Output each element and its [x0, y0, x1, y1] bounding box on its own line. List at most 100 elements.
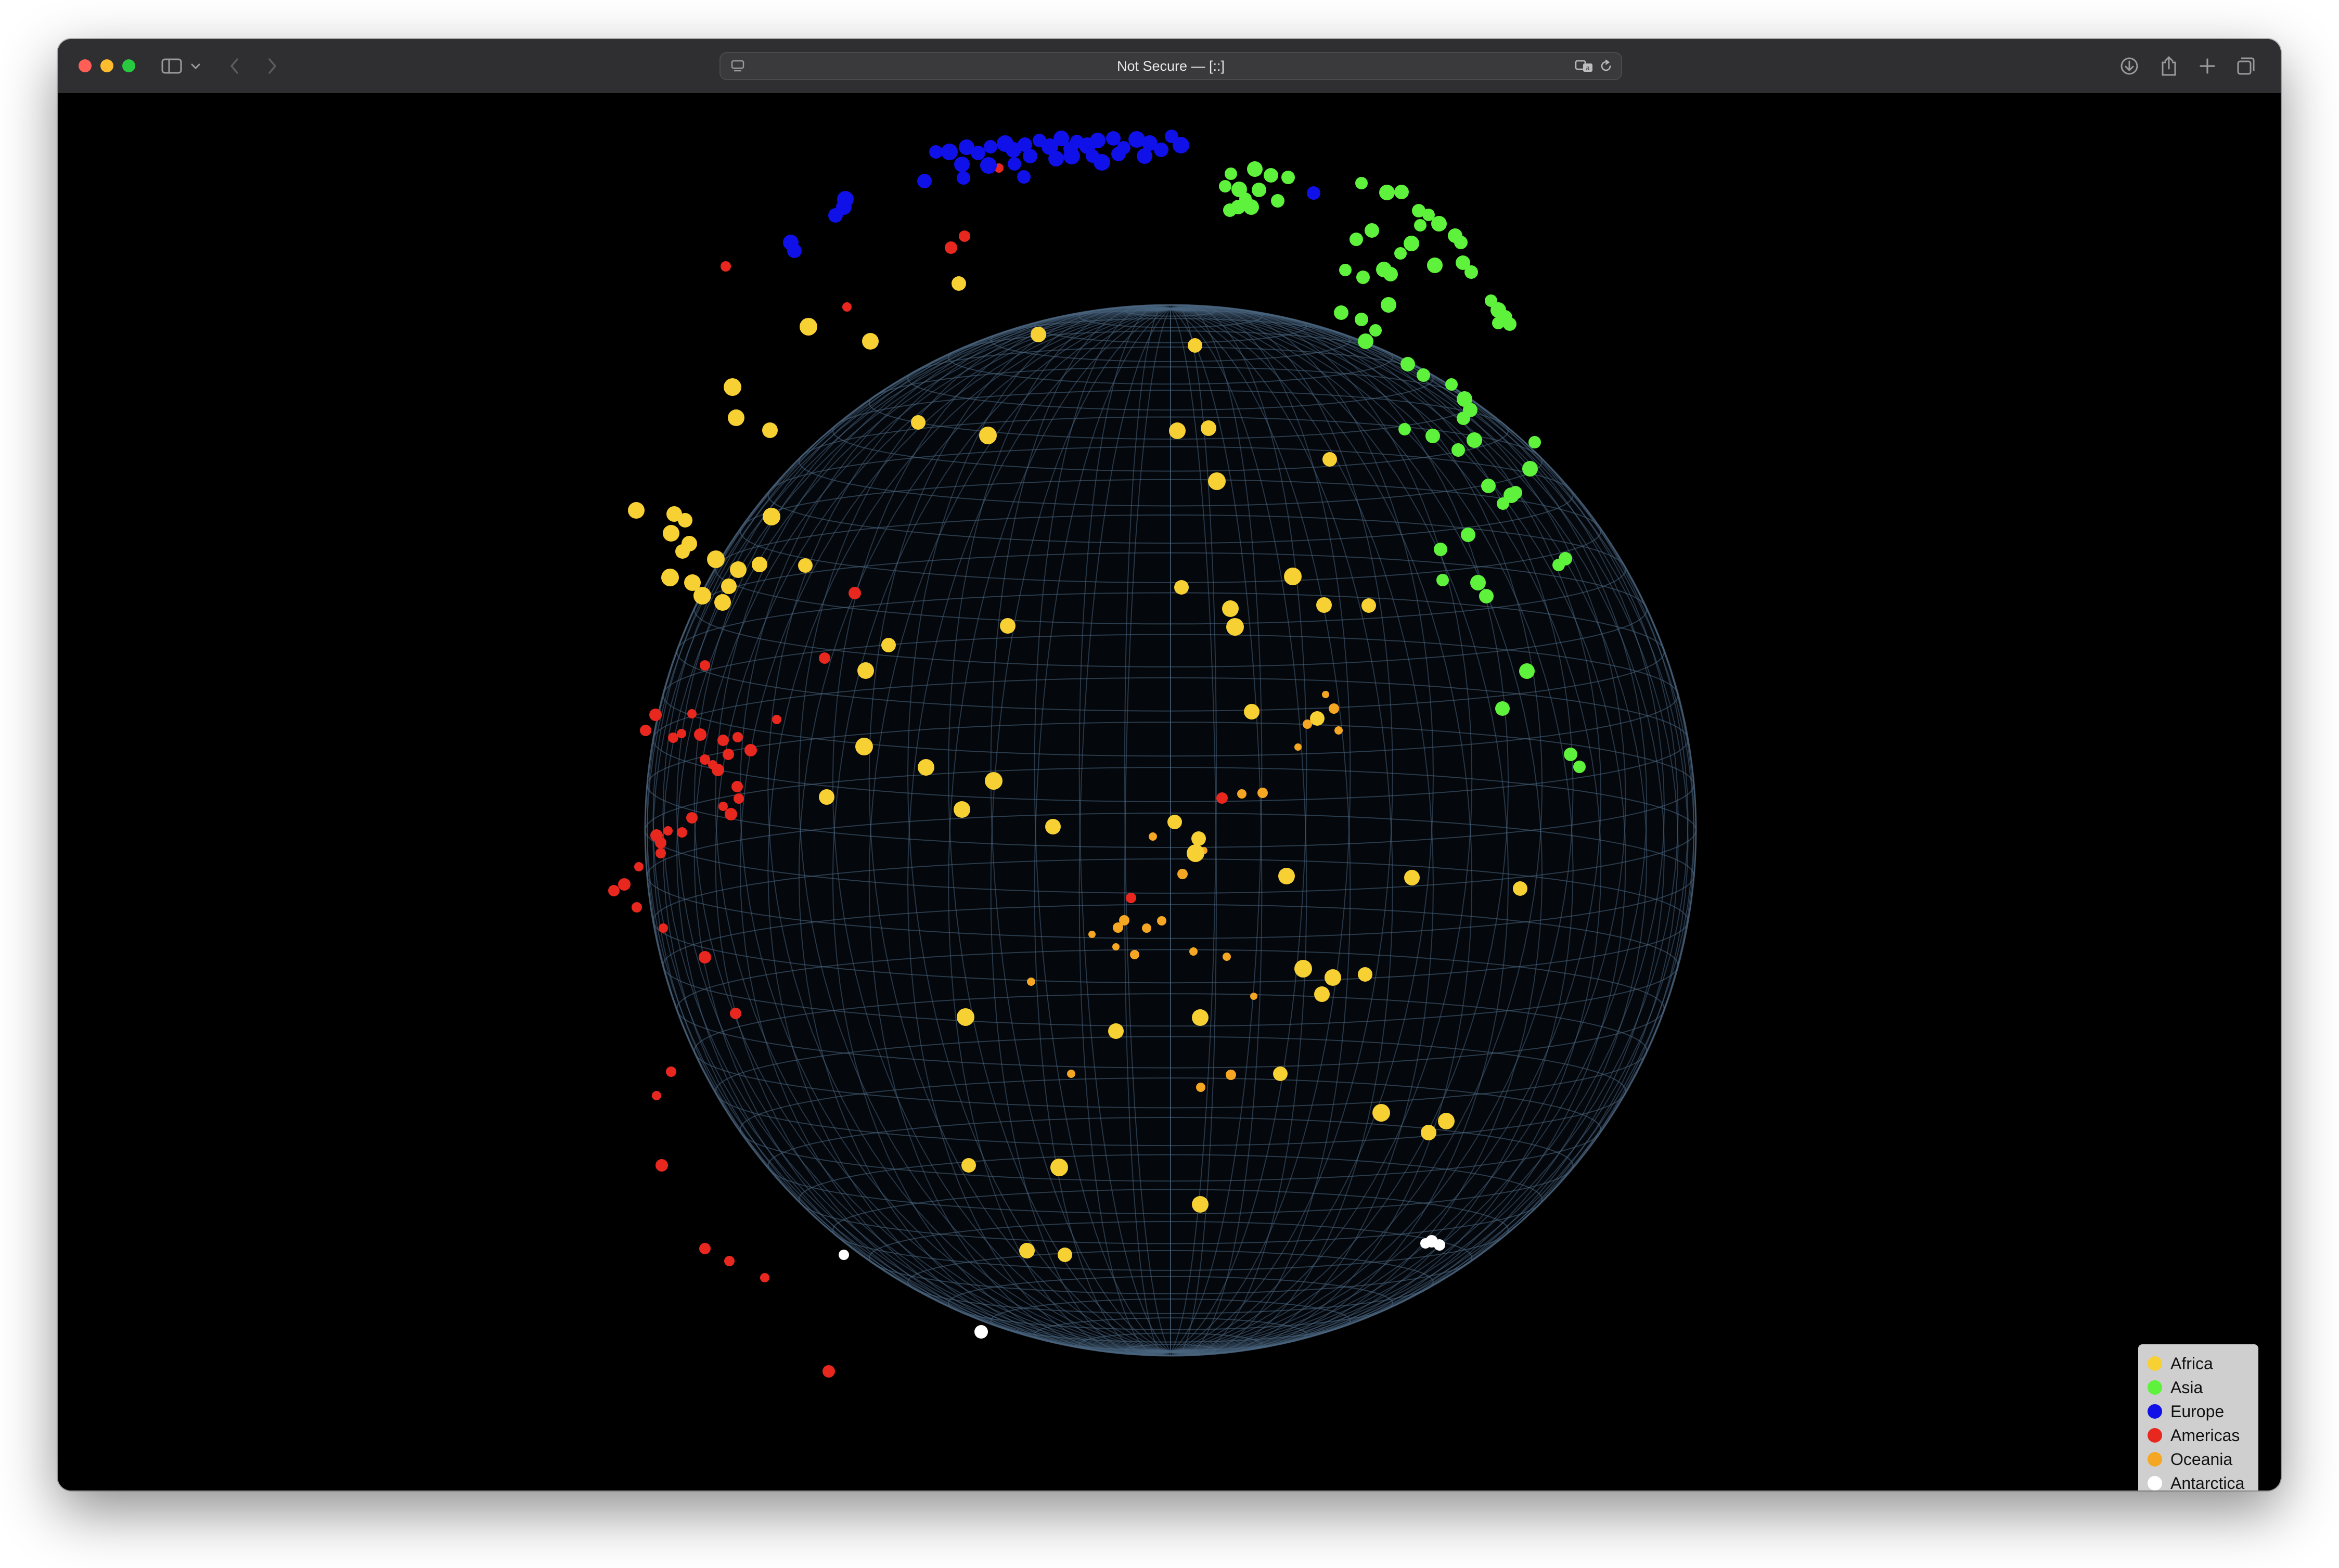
- point-europe[interactable]: [1173, 137, 1189, 153]
- point-africa[interactable]: [628, 502, 645, 519]
- point-africa[interactable]: [721, 579, 737, 594]
- point-europe[interactable]: [1106, 131, 1121, 146]
- point-asia[interactable]: [1427, 258, 1443, 273]
- point-europe[interactable]: [957, 171, 970, 185]
- point-asia[interactable]: [1404, 236, 1419, 251]
- point-oceania[interactable]: [1088, 931, 1096, 938]
- point-oceania[interactable]: [1177, 869, 1188, 879]
- point-americas[interactable]: [663, 826, 673, 836]
- point-oceania[interactable]: [1142, 923, 1151, 933]
- point-africa[interactable]: [1361, 598, 1376, 613]
- point-asia[interactable]: [1355, 313, 1368, 326]
- point-americas[interactable]: [677, 729, 686, 738]
- point-oceania[interactable]: [1067, 1070, 1075, 1078]
- point-asia[interactable]: [1394, 247, 1407, 260]
- point-africa[interactable]: [663, 525, 679, 542]
- point-europe[interactable]: [1090, 133, 1106, 148]
- point-asia[interactable]: [1457, 412, 1470, 425]
- point-africa[interactable]: [1050, 1159, 1068, 1176]
- point-antarctica[interactable]: [1420, 1238, 1431, 1249]
- point-africa[interactable]: [724, 378, 741, 396]
- point-americas[interactable]: [849, 587, 861, 599]
- point-asia[interactable]: [1281, 171, 1295, 184]
- point-americas[interactable]: [730, 1008, 741, 1019]
- point-americas[interactable]: [659, 923, 668, 933]
- point-africa[interactable]: [1273, 1066, 1288, 1081]
- point-europe[interactable]: [1063, 148, 1080, 164]
- point-africa[interactable]: [918, 759, 934, 776]
- point-oceania[interactable]: [1130, 950, 1139, 959]
- point-oceania[interactable]: [1027, 978, 1035, 986]
- new-tab-icon[interactable]: [2195, 53, 2219, 80]
- point-asia[interactable]: [1495, 701, 1510, 716]
- point-africa[interactable]: [1192, 1196, 1209, 1213]
- point-oceania[interactable]: [1322, 691, 1329, 698]
- point-americas[interactable]: [712, 764, 724, 776]
- point-asia[interactable]: [1479, 589, 1494, 603]
- point-asia[interactable]: [1464, 265, 1478, 279]
- point-americas[interactable]: [668, 732, 678, 743]
- translate-icon[interactable]: a: [1574, 53, 1595, 79]
- chevron-down-icon[interactable]: [189, 53, 202, 80]
- point-antarctica[interactable]: [974, 1325, 988, 1339]
- point-africa[interactable]: [1174, 580, 1189, 595]
- maximize-window-button[interactable]: [122, 59, 135, 72]
- point-americas[interactable]: [640, 725, 651, 736]
- point-asia[interactable]: [1394, 185, 1409, 199]
- point-asia[interactable]: [1355, 177, 1368, 189]
- globe-visualization[interactable]: [58, 93, 2281, 1490]
- point-americas[interactable]: [822, 1365, 835, 1378]
- point-africa[interactable]: [1191, 831, 1206, 846]
- point-asia[interactable]: [1223, 203, 1237, 217]
- point-asia[interactable]: [1461, 528, 1475, 542]
- point-americas[interactable]: [772, 715, 781, 724]
- forward-arrow-icon[interactable]: [262, 53, 282, 80]
- point-oceania[interactable]: [1329, 703, 1339, 714]
- point-africa[interactable]: [661, 569, 679, 586]
- point-africa[interactable]: [985, 772, 1003, 790]
- point-americas[interactable]: [1216, 792, 1228, 804]
- point-asia[interactable]: [1358, 333, 1373, 349]
- point-europe[interactable]: [980, 157, 997, 174]
- point-europe[interactable]: [1154, 143, 1168, 157]
- point-asia[interactable]: [1503, 487, 1519, 503]
- point-africa[interactable]: [1201, 420, 1216, 436]
- point-asia[interactable]: [1339, 264, 1352, 276]
- point-asia[interactable]: [1264, 168, 1278, 183]
- point-europe[interactable]: [1111, 147, 1126, 161]
- point-africa[interactable]: [857, 662, 874, 679]
- point-africa[interactable]: [752, 557, 767, 572]
- point-asia[interactable]: [1225, 168, 1237, 180]
- point-asia[interactable]: [1414, 219, 1426, 232]
- point-africa[interactable]: [819, 789, 834, 805]
- point-asia[interactable]: [1454, 236, 1468, 249]
- point-africa[interactable]: [1108, 1023, 1124, 1039]
- point-americas[interactable]: [666, 1066, 676, 1077]
- point-americas[interactable]: [655, 837, 666, 849]
- point-americas[interactable]: [717, 735, 729, 746]
- point-antarctica[interactable]: [1434, 1239, 1445, 1251]
- point-europe[interactable]: [941, 144, 958, 160]
- point-africa[interactable]: [911, 415, 926, 430]
- point-africa[interactable]: [1404, 870, 1420, 885]
- point-asia[interactable]: [1219, 180, 1231, 192]
- point-oceania[interactable]: [1334, 726, 1343, 735]
- point-africa[interactable]: [979, 427, 997, 444]
- point-asia[interactable]: [1400, 357, 1415, 371]
- point-asia[interactable]: [1470, 575, 1486, 590]
- point-asia[interactable]: [1503, 317, 1517, 331]
- point-americas[interactable]: [721, 261, 731, 272]
- point-americas[interactable]: [699, 951, 711, 963]
- point-asia[interactable]: [1528, 436, 1541, 448]
- point-asia[interactable]: [1252, 183, 1266, 197]
- point-americas[interactable]: [760, 1273, 769, 1282]
- point-asia[interactable]: [1434, 543, 1447, 556]
- point-africa[interactable]: [1188, 338, 1202, 353]
- point-asia[interactable]: [1334, 305, 1348, 320]
- point-africa[interactable]: [800, 318, 817, 336]
- point-oceania[interactable]: [1189, 947, 1198, 956]
- minimize-window-button[interactable]: [100, 59, 113, 72]
- point-americas[interactable]: [686, 812, 698, 824]
- point-americas[interactable]: [725, 808, 737, 820]
- point-africa[interactable]: [961, 1158, 976, 1173]
